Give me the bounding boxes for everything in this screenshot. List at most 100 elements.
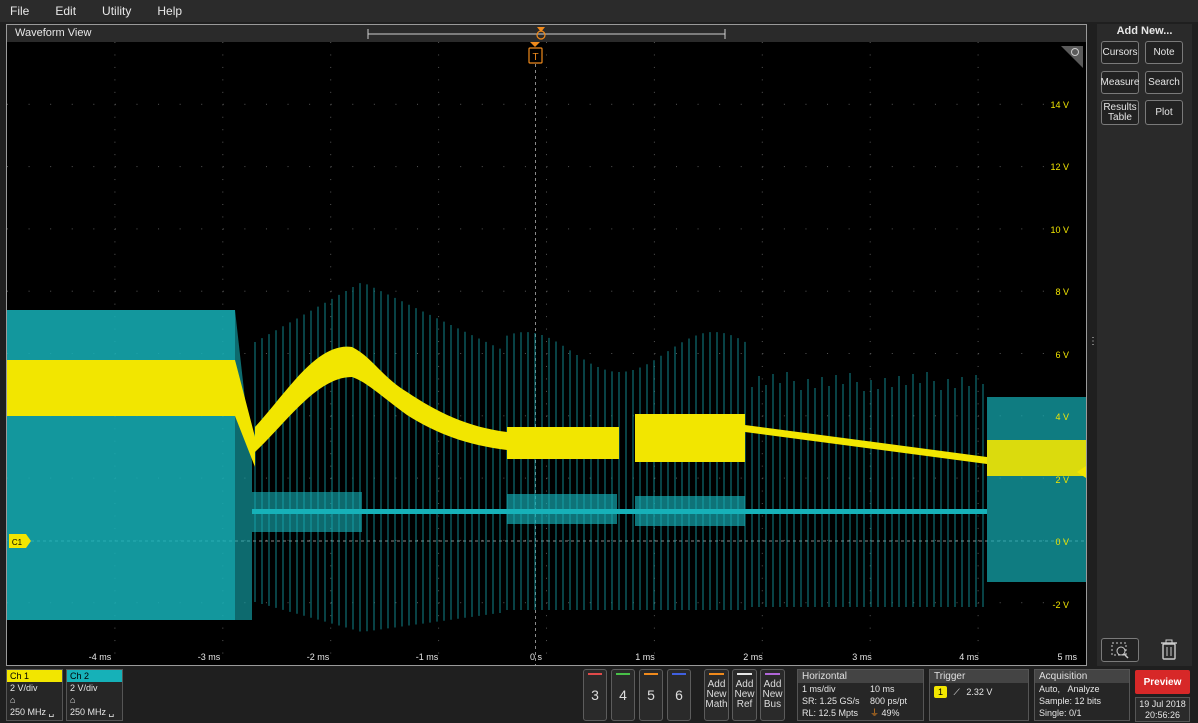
acquisition-mode: Auto, [1039,684,1061,694]
channel-4-label: 4 [619,687,627,703]
measure-button[interactable]: Measure [1101,71,1139,94]
waveform-plot[interactable]: 14 V 12 V 10 V 8 V 6 V 4 V 2 V 0 V -2 V -4 ms -3 … [7,42,1086,665]
y-label: 4 V [1055,412,1069,422]
x-label: 5 ms [1057,652,1077,662]
plot-button[interactable]: Plot [1145,100,1183,125]
horizontal-position: 49% [881,708,900,718]
x-label: -3 ms [198,652,221,662]
horizontal-row-2: SR: 1.25 GS/s 800 ps/pt [798,695,923,707]
ch1-offset-marker-label: C1 [12,538,23,547]
channel-4-button[interactable]: 4 [611,669,635,721]
ch2-bandwidth: 250 MHz [70,707,107,717]
search-button[interactable]: Search [1145,71,1183,94]
preview-button[interactable]: Preview [1135,670,1190,694]
ch1-coupling-icon: ⌂ [10,695,16,705]
y-label: 14 V [1050,100,1069,110]
y-label: 0 V [1055,537,1069,547]
x-label: 1 ms [635,652,655,662]
horizontal-title: Horizontal [798,670,923,683]
record-time: 10 ms [870,684,895,694]
results-table-button[interactable]: Results Table [1101,100,1139,125]
channel-6-button[interactable]: 6 [667,669,691,721]
sample-rate: SR: 1.25 GS/s [802,696,860,706]
x-label: 2 ms [743,652,763,662]
add-new-bus-button[interactable]: Add New Bus [760,669,785,721]
channel-3-label: 3 [591,687,599,703]
ch1-high-band [7,360,235,416]
acquisition-analyze: Analyze [1067,684,1100,694]
note-button[interactable]: Note [1145,41,1183,64]
x-label: 3 ms [852,652,872,662]
x-label: 0 s [530,652,543,662]
channel-5-button[interactable]: 5 [639,669,663,721]
record-length: RL: 12.5 Mpts [802,708,859,718]
x-label: -2 ms [307,652,330,662]
resolution: 800 ps/pt [870,696,908,706]
bandwidth-limit-icon: ␣ [48,707,55,717]
trigger-source: 1 [934,686,948,698]
y-label: 6 V [1055,350,1069,360]
sidebar-title: Add New... [1116,25,1173,37]
zoom-box-icon [1111,642,1129,659]
zoom-select-button[interactable] [1101,638,1139,662]
ch1-bandwidth-row: 250 MHz ␣ [7,706,62,718]
add-new-sidebar: Add New... Cursors Note Measure Search R… [1097,24,1192,666]
ch1-title: Ch 1 [7,670,62,682]
channel-6-label: 6 [675,687,683,703]
y-label: 8 V [1055,287,1069,297]
horizontal-row-3: RL: 12.5 Mpts ⏚ 49% [798,707,923,719]
trash-icon [1161,639,1177,660]
ch2-badge[interactable]: Ch 2 2 V/div ⌂ 250 MHz ␣ [66,669,123,721]
ch1-bandwidth: 250 MHz [10,707,47,717]
add-math-line3: Math [705,699,728,710]
ch2-coupling-icon: ⌂ [70,695,76,705]
y-label: 12 V [1050,162,1069,172]
menu-help[interactable]: Help [157,4,182,18]
menu-utility[interactable]: Utility [102,4,131,18]
date-time-display: 19 Jul 2018 20:56:26 [1135,697,1190,722]
acquisition-sample: Sample: 12 bits [1039,696,1102,706]
menu-file[interactable]: File [10,4,29,18]
waveform-title-bar: Waveform View [7,25,1086,42]
acquisition-badge[interactable]: Acquisition Auto, Analyze Sample: 12 bit… [1034,669,1130,721]
acquisition-single: Single: 0/1 [1039,708,1082,718]
acquisition-title: Acquisition [1035,670,1129,683]
trigger-row: 1 ⟋ 2.32 V [930,683,1028,698]
ch2-bandwidth-row: 250 MHz ␣ [67,706,122,718]
trigger-level: 2.32 V [966,687,993,697]
rising-edge-icon: ⟋ [953,687,960,697]
ch1-badge[interactable]: Ch 1 2 V/div ⌂ 250 MHz ␣ [6,669,63,721]
horizontal-row-1: 1 ms/div 10 ms [798,683,923,695]
horizontal-badge[interactable]: Horizontal 1 ms/div 10 ms SR: 1.25 GS/s 80… [797,669,924,721]
delete-button[interactable] [1150,638,1188,662]
add-new-ref-button[interactable]: Add New Ref [732,669,757,721]
channel-3-button[interactable]: 3 [583,669,607,721]
cursors-button[interactable]: Cursors [1101,41,1139,64]
x-axis-labels: -4 ms -3 ms -2 ms -1 ms 0 s 1 ms 2 ms 3 ms 4 ms 5… [89,652,1078,662]
y-label: 10 V [1050,225,1069,235]
y-label: 2 V [1055,475,1069,485]
x-label: -4 ms [89,652,112,662]
trigger-title: Trigger [930,670,1028,683]
waveform-view[interactable]: Waveform View 14 V 12 V 10 V 8 V 6 V 4 V 2 V 0 … [6,24,1087,666]
settings-bar: Ch 1 2 V/div ⌂ 250 MHz ␣ Ch 2 2 V/div ⌂ … [0,667,1198,723]
ch1-scale: 2 V/div [10,683,38,693]
x-label: -1 ms [416,652,439,662]
time-text: 20:56:26 [1144,710,1181,720]
zoom-icon[interactable] [1061,46,1083,68]
x-label: 4 ms [959,652,979,662]
add-new-math-button[interactable]: Add New Math [704,669,729,721]
trigger-marker[interactable]: T [528,42,543,64]
ch2-title: Ch 2 [67,670,122,682]
position-icon: ⏚ [870,708,880,718]
oscilloscope-app: File Edit Utility Help Waveform View 14 … [0,0,1198,723]
trigger-badge[interactable]: Trigger 1 ⟋ 2.32 V [929,669,1029,721]
menu-bar: File Edit Utility Help [0,0,1198,22]
menu-edit[interactable]: Edit [55,4,76,18]
add-bus-line3: Bus [763,699,782,710]
record-position-bar[interactable] [367,27,727,41]
bandwidth-limit-icon: ␣ [108,707,115,717]
y-label: -2 V [1052,600,1069,610]
date-text: 19 Jul 2018 [1139,699,1186,709]
acquisition-row-1: Auto, Analyze [1035,683,1129,695]
